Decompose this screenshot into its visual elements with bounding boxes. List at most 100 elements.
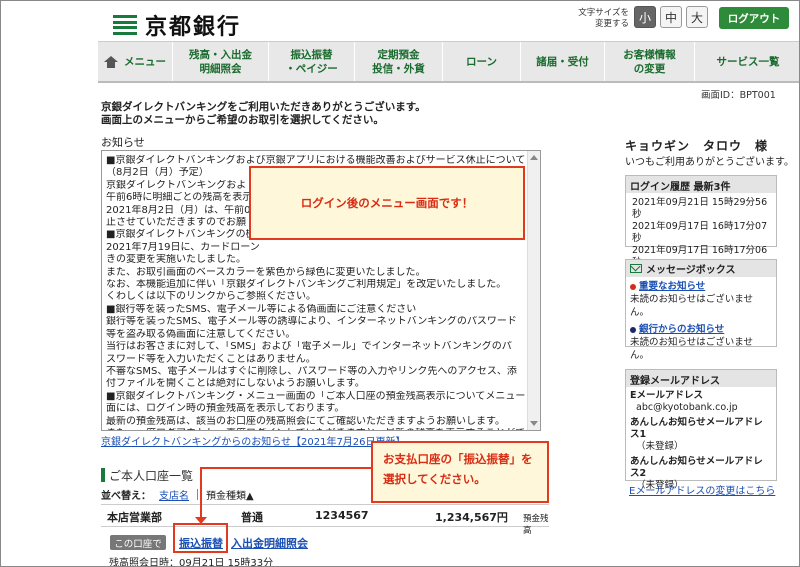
nav-services-label: サービス一覧	[716, 55, 780, 68]
alert-mail1-value: （未登録）	[636, 441, 684, 452]
nav-services[interactable]: サービス一覧	[695, 42, 799, 81]
nav-deposit[interactable]: 定期預金 投信・外貨	[355, 42, 443, 81]
nav-loan[interactable]: ローン	[443, 42, 521, 81]
notice-line: ■銀行等を装ったSMS、電子メール等による偽画面にご注意ください	[106, 303, 417, 315]
account-balance: 1,234,567円	[435, 511, 508, 524]
nav-customer-info[interactable]: お客様情報 の変更	[605, 42, 695, 81]
nav-loan-label: ローン	[466, 55, 497, 68]
login-history-item: 2021年09月17日 16時17分07秒	[632, 221, 768, 244]
transfer-callout: お支払口座の「振込振替」を 選択してください。	[371, 441, 549, 503]
nav-transfer-line1: 振込振替	[290, 48, 333, 61]
nav-notifications-label: 諸届・受付	[536, 55, 589, 68]
navy-dot-icon	[630, 326, 636, 333]
notice-line: また、一度ログアウトし、再度ログインしていただきますと、最新の残高を表示すること…	[106, 428, 526, 430]
sort-type-link[interactable]: 預金種類▲	[206, 487, 254, 502]
notice-line: きの変更を実施いたしました。	[106, 254, 246, 266]
font-size-label-line2: 変更する	[594, 19, 629, 29]
account-number: 1234567	[315, 509, 369, 522]
screen-id: 画面ID：BPT001	[701, 90, 776, 101]
registered-mail-title: 登録メールアドレス	[626, 370, 776, 387]
notice-line: 付ファイルを開くことは絶対にしないようお願いします。	[106, 378, 365, 390]
menu-callout: ログイン後のメニュー画面です！	[249, 166, 525, 240]
notice-line: 銀行等を装ったSMS、電子メール等の誘導により、インターネットバンキングのパスワ…	[106, 316, 517, 328]
callout-arrow-line	[200, 467, 371, 469]
nav-transfer[interactable]: 振込振替 ・ペイジー	[269, 42, 355, 81]
accounts-title-rule	[101, 468, 105, 482]
important-notice-label: 重要なお知らせ	[639, 281, 706, 292]
email-change-link[interactable]: Eメールアドレスの変更はこちら	[629, 482, 775, 497]
bank-notice-link[interactable]: 銀行からのお知らせ	[630, 323, 772, 336]
nav-transfer-line2: ・ペイジー	[285, 62, 338, 75]
sort-label: 並べ替え：	[101, 491, 151, 502]
home-icon	[104, 55, 118, 68]
scroll-down-icon[interactable]	[530, 421, 538, 426]
important-notice-link[interactable]: 重要なお知らせ	[630, 280, 772, 293]
notice-line: スワード等を入力いただくことはありません。	[106, 353, 316, 365]
login-history-title: ログイン履歴 最新3件	[626, 176, 776, 193]
font-medium-button[interactable]: 中	[660, 6, 682, 28]
notice-line: なお、本機能追加に伴い「京銀ダイレクトバンキングご利用規定」を改定いたしました。	[106, 279, 507, 291]
nav-customer-info-line1: お客様情報	[623, 48, 676, 61]
notice-line: 当行はお客さまに対して、「SMS」および「電子メール」でインターネットバンキング…	[106, 341, 512, 353]
nav-balance-line1: 残高・入出金	[189, 48, 252, 61]
notice-line: くわしくは以下のリンクからご参照ください。	[106, 291, 316, 303]
font-large-button[interactable]: 大	[686, 6, 708, 28]
font-small-button[interactable]: 小	[634, 6, 656, 28]
nav-menu[interactable]: メニュー	[98, 42, 173, 81]
callout-arrow-head-icon	[195, 517, 207, 524]
user-thanks: いつもご利用ありがとうございます。	[625, 157, 794, 168]
nav-deposit-line2: 投信・外貨	[372, 62, 425, 75]
callout-arrow-stem	[200, 467, 202, 521]
main-nav: メニュー 残高・入出金 明細照会 振込振替 ・ペイジー 定期預金 投信・外貨 ローン …	[98, 41, 799, 83]
page-frame: 京都銀行 文字サイズを 変更する 小 中 大 ログアウト メニュー 残高・入出金…	[0, 0, 800, 567]
email-label: Eメールアドレス	[630, 390, 703, 401]
accounts-title: ご本人口座一覧	[109, 469, 194, 483]
account-branch: 本店営業部	[107, 511, 162, 524]
notice-line: 不審なSMS、電子メールはすぐに削除し、パスワード等の入力やリンク先へのアクセス…	[106, 365, 517, 377]
font-size-label-line1: 文字サイズを	[578, 8, 629, 18]
bank-notice-empty: 未読のお知らせはございません。	[630, 337, 754, 361]
notice-line: 最新の預金残高は、該当のお口座の残高照会にてご確認いただきますようお願いします。	[106, 415, 505, 427]
user-name: キョウギン タロウ 様	[625, 139, 769, 153]
sort-row: 並べ替え： 支店名 預金種類▲	[101, 487, 254, 502]
greeting-line2: 画面上のメニューからご希望のお取引を選択してください。	[101, 114, 384, 126]
transfer-link[interactable]: 振込振替	[179, 535, 223, 551]
login-history-item: 2021年09月21日 15時29分56秒	[632, 197, 768, 220]
logout-button[interactable]: ログアウト	[719, 7, 789, 29]
detail-link[interactable]: 入出金明細照会	[231, 535, 308, 551]
transfer-callout-line1: お支払口座の「振込振替」を	[383, 452, 533, 466]
bank-logo-icon	[113, 15, 137, 35]
notice-line: また、お取引画面のベースカラーを紫色から緑色に変更いたしました。	[106, 266, 426, 278]
account-type: 普通	[241, 511, 263, 524]
account-row: 本店営業部 普通 1234567 1,234,567円 預金残高	[101, 504, 549, 536]
bank-notice-label: 銀行からのお知らせ	[639, 324, 725, 335]
font-size-label: 文字サイズを 変更する	[574, 8, 629, 30]
sort-branch-link[interactable]: 支店名	[159, 487, 189, 502]
balance-ref-time: 残高照会日時：09月21日 15時33分	[109, 558, 274, 567]
account-balance-label: 預金残高	[523, 514, 549, 536]
scroll-up-icon[interactable]	[530, 155, 538, 160]
red-dot-icon	[630, 283, 636, 290]
message-box-body: 重要なお知らせ 未読のお知らせはございません。 銀行からのお知らせ 未読のお知ら…	[626, 277, 776, 369]
sort-divider	[197, 489, 198, 500]
notice-line: 面には、ログイン時の預金残高を表示しております。	[106, 403, 345, 415]
mail-icon	[630, 264, 642, 273]
notice-scrollbar[interactable]	[527, 151, 540, 430]
nav-notifications[interactable]: 諸届・受付	[521, 42, 605, 81]
bank-name: 京都銀行	[145, 14, 242, 40]
email-value: abc@kyotobank.co.jp	[636, 402, 738, 413]
bank-logo[interactable]: 京都銀行	[113, 9, 241, 41]
notice-line: ■京銀ダイレクトバンキング・メニュー画面の「ご本人口座の預金残高表示についてメニ…	[106, 390, 526, 402]
this-account-label: この口座で	[110, 535, 166, 550]
alert-mail2-label: あんしんお知らせメールアドレス2	[630, 456, 763, 479]
nav-customer-info-line2: の変更	[633, 62, 666, 75]
nav-deposit-line1: 定期預金	[377, 48, 420, 61]
important-notice-empty: 未読のお知らせはございません。	[630, 294, 754, 318]
nav-menu-label: メニュー	[124, 55, 166, 68]
notice-line: 等を盗み取る偽画面に注意してください。	[106, 328, 296, 340]
transfer-callout-line2: 選択してください。	[383, 472, 486, 486]
login-history: ログイン履歴 最新3件 2021年09月21日 15時29分56秒 2021年0…	[625, 175, 777, 268]
notice-link[interactable]: 京銀ダイレクトバンキングからのお知らせ【2021年7月26日更新】	[101, 433, 406, 448]
nav-balance[interactable]: 残高・入出金 明細照会	[173, 42, 269, 81]
notice-line: 2021年7月19日に、カードローン	[106, 241, 260, 253]
